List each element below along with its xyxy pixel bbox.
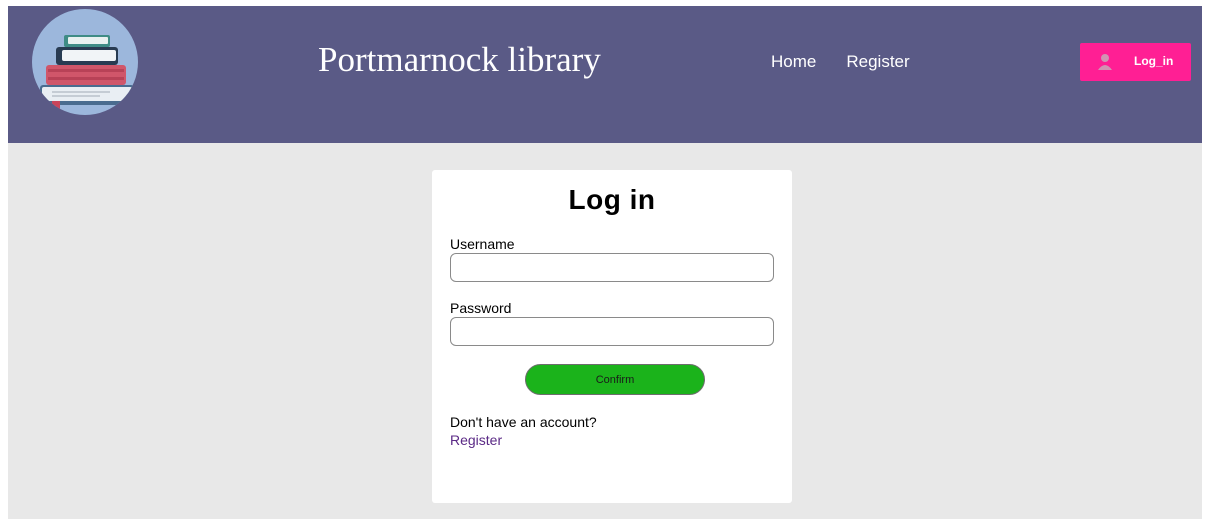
username-input[interactable] bbox=[450, 253, 774, 282]
books-stack-icon bbox=[32, 9, 138, 115]
login-title: Log in bbox=[568, 184, 656, 215]
site-title: Portmarnock library bbox=[318, 40, 601, 79]
register-link[interactable]: Register bbox=[450, 432, 502, 448]
user-icon bbox=[1098, 54, 1112, 70]
header-login-button[interactable]: Log_in bbox=[1080, 43, 1191, 81]
nav-home-link[interactable]: Home bbox=[771, 52, 816, 72]
username-label: Username bbox=[450, 236, 515, 252]
nav-register-link[interactable]: Register bbox=[846, 52, 909, 72]
login-card: Log in Username Password Confirm Don't h… bbox=[432, 170, 792, 503]
page-frame: Portmarnock library Home Register Log_in… bbox=[8, 6, 1202, 519]
main-nav: Home Register bbox=[771, 52, 910, 72]
password-input[interactable] bbox=[450, 317, 774, 346]
password-label: Password bbox=[450, 300, 512, 316]
confirm-button[interactable]: Confirm bbox=[525, 364, 705, 395]
header: Portmarnock library Home Register Log_in bbox=[8, 6, 1202, 143]
no-account-text: Don't have an account? bbox=[450, 414, 597, 430]
header-login-label: Log_in bbox=[1134, 54, 1174, 68]
